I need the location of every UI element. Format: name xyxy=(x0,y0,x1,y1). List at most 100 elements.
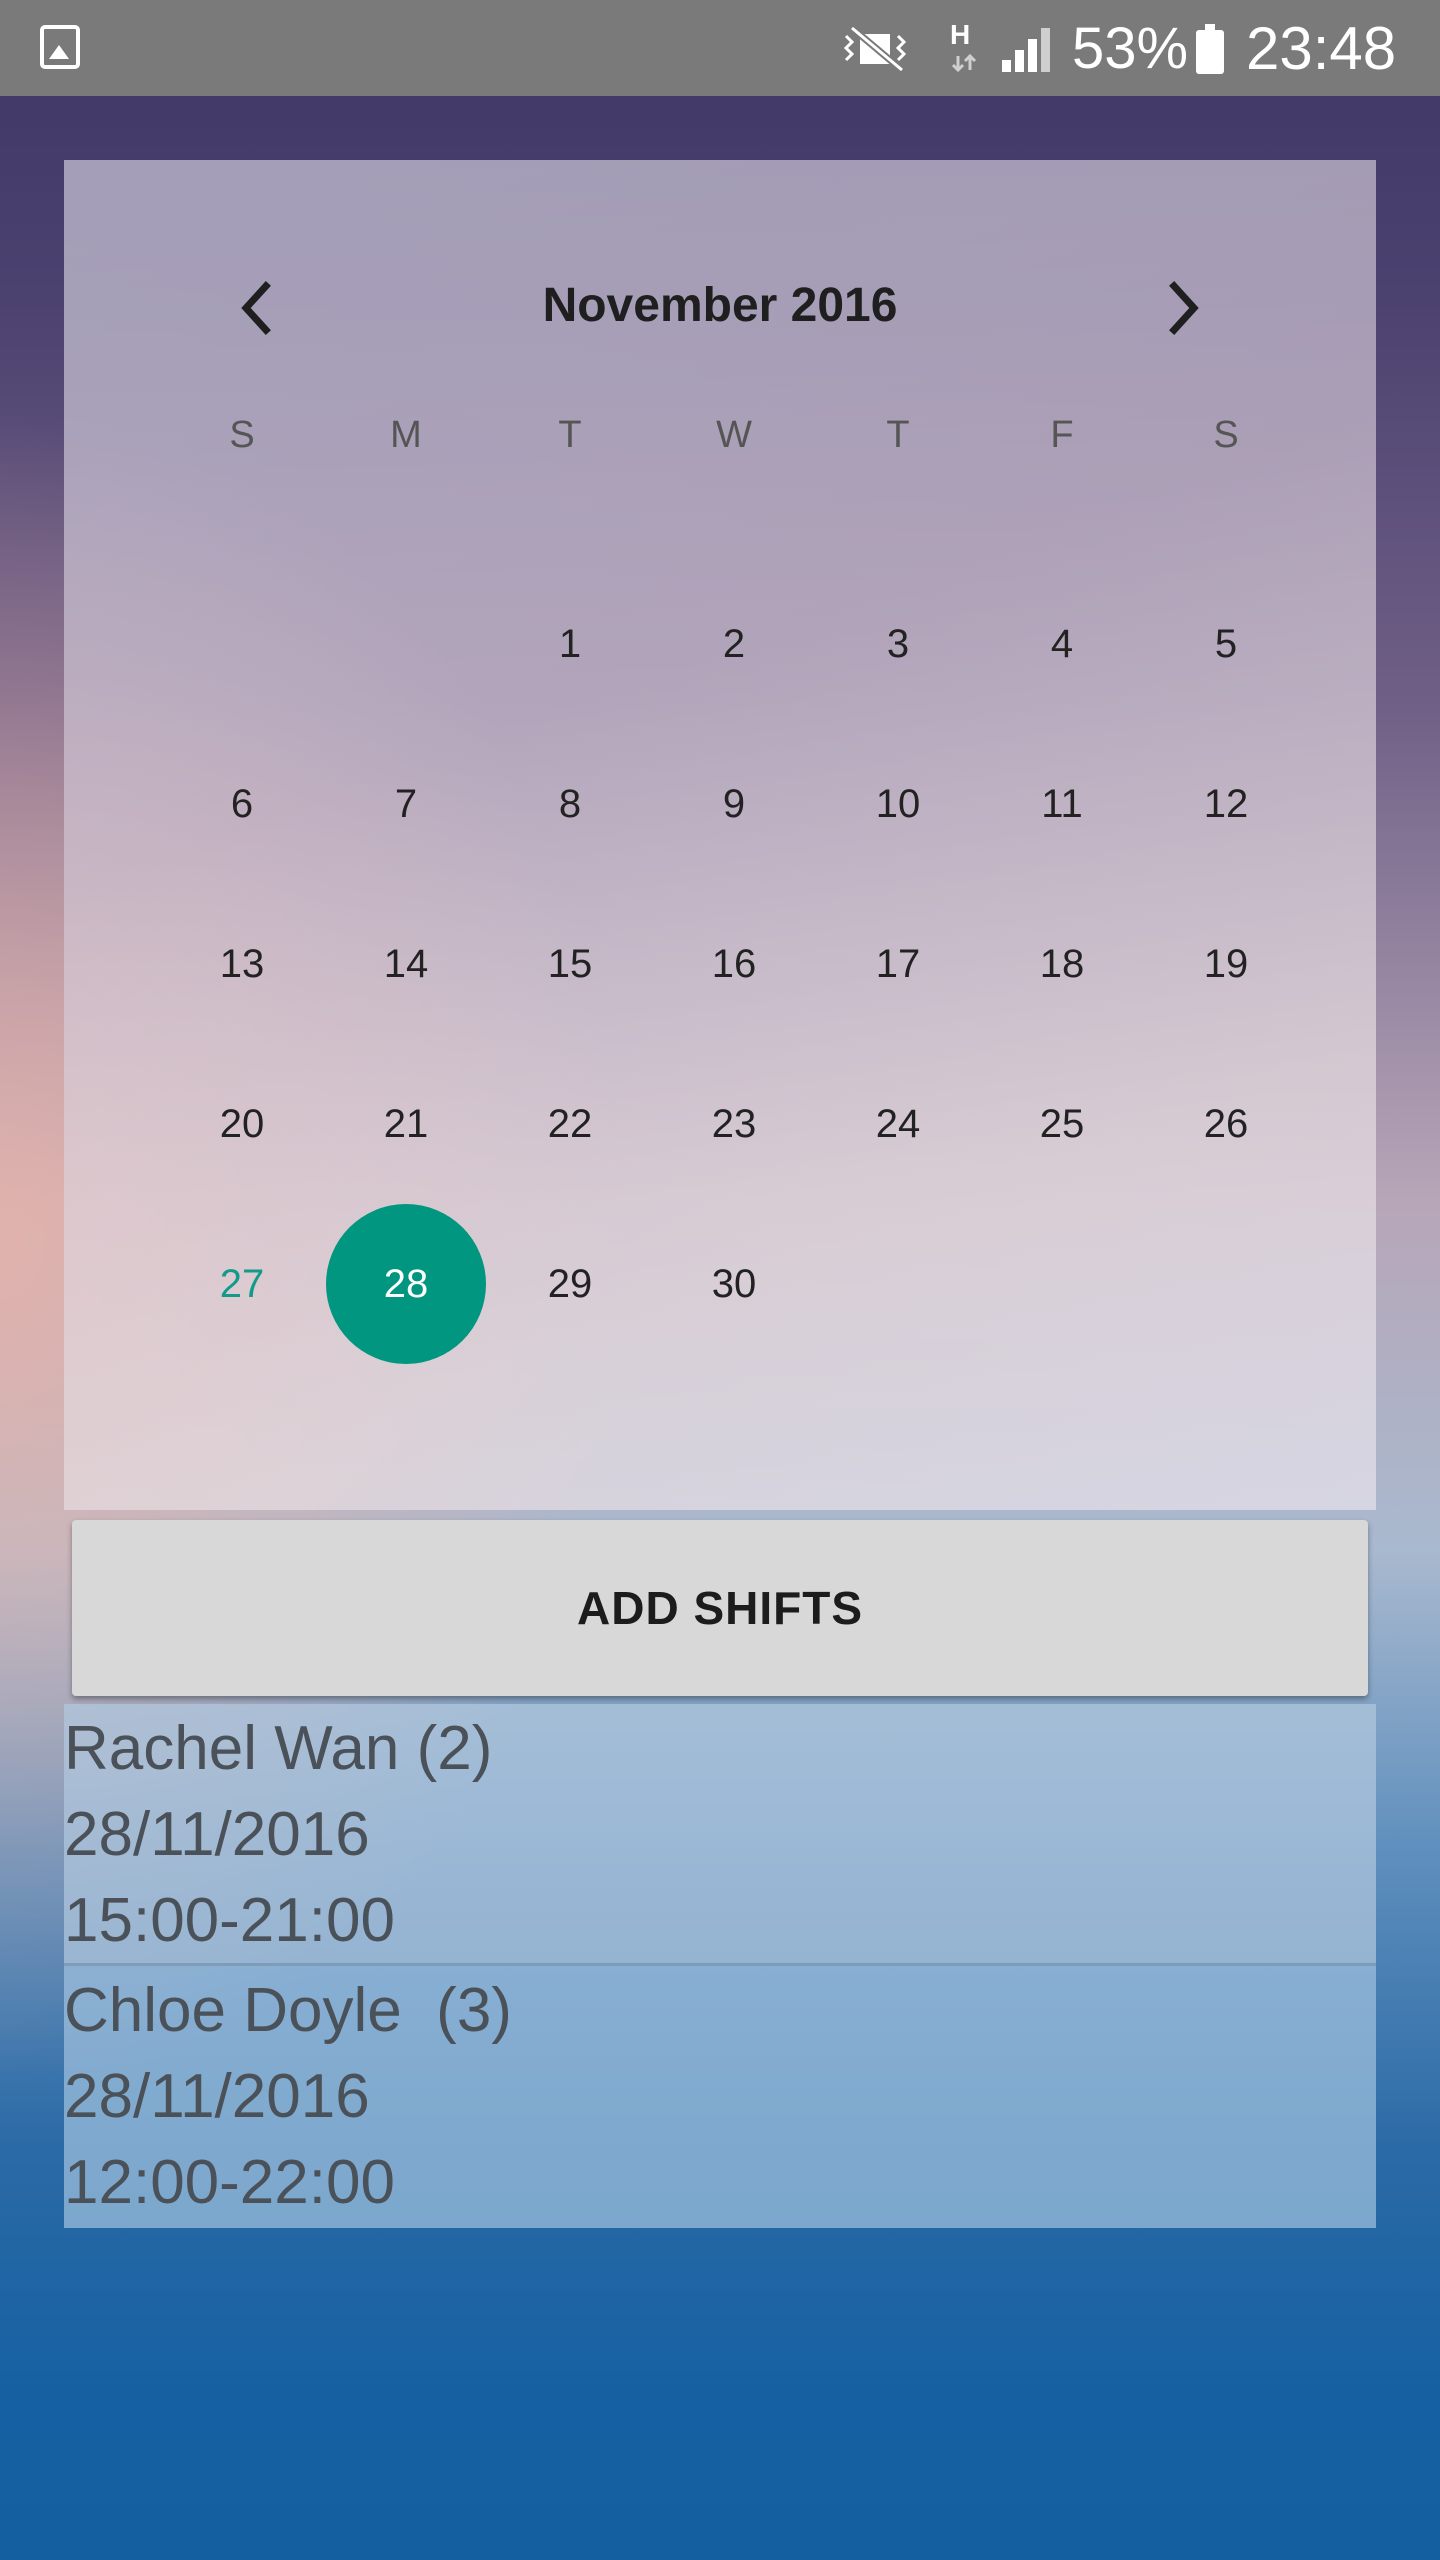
shift-list-item[interactable]: Rachel Wan (2) 28/11/2016 15:00-21:00 xyxy=(64,1704,1376,1966)
day-number: 10 xyxy=(875,781,921,826)
day-number: 28 xyxy=(326,1204,486,1364)
day-number: 11 xyxy=(1041,781,1083,826)
day-number: 27 xyxy=(219,1261,265,1306)
shift-time: 15:00-21:00 xyxy=(64,1886,395,1955)
day-number: 30 xyxy=(711,1261,757,1306)
shift-employee-name: Rachel Wan (2) xyxy=(64,1714,493,1783)
calendar-week-row: 13 14 15 16 17 18 19 xyxy=(160,884,1308,1044)
weekday-label: T xyxy=(886,414,910,456)
day-number: 4 xyxy=(1050,621,1074,666)
calendar-day[interactable]: 23 xyxy=(652,1044,816,1204)
calendar-day[interactable]: 27 xyxy=(160,1204,324,1364)
calendar-day[interactable]: 2 xyxy=(652,564,816,724)
day-number: 26 xyxy=(1203,1101,1249,1146)
calendar-day[interactable]: 26 xyxy=(1144,1044,1308,1204)
calendar-card: November 2016 S M T W T F S 1 2 3 4 5 6 7 8 9 10 1… xyxy=(64,160,1376,1510)
empty-day-cell xyxy=(1144,1204,1308,1364)
calendar-day[interactable]: 24 xyxy=(816,1044,980,1204)
calendar-day[interactable]: 5 xyxy=(1144,564,1308,724)
shift-list: Rachel Wan (2) 28/11/2016 15:00-21:00 Ch… xyxy=(64,1704,1376,2228)
weekday-label: F xyxy=(1050,414,1074,456)
weekday-label: S xyxy=(1213,414,1239,456)
calendar-day[interactable]: 1 xyxy=(488,564,652,724)
day-number: 12 xyxy=(1203,781,1249,826)
shift-list-item[interactable]: Chloe Doyle (3) 28/11/2016 12:00-22:00 xyxy=(64,1966,1376,2228)
mute-vibrate-icon xyxy=(843,26,907,72)
calendar-day[interactable]: 18 xyxy=(980,884,1144,1044)
day-number: 7 xyxy=(394,781,418,826)
calendar-day[interactable]: 6 xyxy=(160,724,324,884)
calendar-weeks: 1 2 3 4 5 6 7 8 9 10 11 12 13 14 15 16 17 18 19 20 21 22 23 24 2… xyxy=(160,564,1308,1364)
empty-day-cell xyxy=(980,1204,1144,1364)
signal-icon xyxy=(1002,28,1050,72)
day-number: 5 xyxy=(1214,621,1238,666)
clock: 23:48 xyxy=(1246,15,1397,82)
calendar-day[interactable]: 15 xyxy=(488,884,652,1044)
calendar-day[interactable]: 19 xyxy=(1144,884,1308,1044)
day-number: 6 xyxy=(230,781,254,826)
day-number: 20 xyxy=(219,1101,265,1146)
calendar-day[interactable]: 8 xyxy=(488,724,652,884)
day-number: 18 xyxy=(1039,941,1085,986)
calendar-week-row: 27 28 29 30 xyxy=(160,1204,1308,1364)
shift-employee-name: Chloe Doyle (3) xyxy=(64,1976,512,2045)
add-shifts-button[interactable]: ADD SHIFTS xyxy=(72,1520,1368,1696)
calendar-day[interactable]: 9 xyxy=(652,724,816,884)
day-number: 3 xyxy=(886,621,910,666)
gallery-icon xyxy=(40,25,80,69)
calendar-day[interactable]: 21 xyxy=(324,1044,488,1204)
day-number: 21 xyxy=(383,1101,429,1146)
weekday-label: M xyxy=(390,414,422,456)
shift-date: 28/11/2016 xyxy=(64,1800,370,1869)
calendar-day[interactable]: 28 xyxy=(324,1204,488,1364)
day-number: 24 xyxy=(875,1101,921,1146)
day-number: 17 xyxy=(875,941,921,986)
weekday-label: W xyxy=(716,414,752,456)
calendar-week-row: 20 21 22 23 24 25 26 xyxy=(160,1044,1308,1204)
calendar-day[interactable]: 29 xyxy=(488,1204,652,1364)
calendar-day[interactable]: 22 xyxy=(488,1044,652,1204)
calendar-day[interactable]: 3 xyxy=(816,564,980,724)
battery-icon xyxy=(1196,24,1224,74)
calendar-day[interactable]: 20 xyxy=(160,1044,324,1204)
day-number: 9 xyxy=(722,781,746,826)
calendar-day[interactable]: 4 xyxy=(980,564,1144,724)
day-number: 2 xyxy=(722,621,746,666)
day-number: 1 xyxy=(558,621,582,666)
calendar-day[interactable]: 13 xyxy=(160,884,324,1044)
shift-time: 12:00-22:00 xyxy=(64,2148,395,2217)
day-number: 13 xyxy=(219,941,265,986)
day-number: 22 xyxy=(547,1101,593,1146)
day-number: 16 xyxy=(711,941,757,986)
empty-day-cell xyxy=(160,564,324,724)
calendar-day[interactable]: 10 xyxy=(816,724,980,884)
calendar-week-row: 6 7 8 9 10 11 12 xyxy=(160,724,1308,884)
empty-day-cell xyxy=(816,1204,980,1364)
calendar-day[interactable]: 7 xyxy=(324,724,488,884)
day-number: 29 xyxy=(547,1261,593,1306)
day-number: 14 xyxy=(383,941,429,986)
calendar-day[interactable]: 12 xyxy=(1144,724,1308,884)
day-number: 25 xyxy=(1039,1101,1085,1146)
chevron-right-icon xyxy=(1169,281,1199,335)
empty-day-cell xyxy=(324,564,488,724)
weekday-label: S xyxy=(229,414,255,456)
calendar-day[interactable]: 11 xyxy=(980,724,1144,884)
weekday-label: T xyxy=(558,414,582,456)
shift-date: 28/11/2016 xyxy=(64,2062,370,2131)
calendar-day[interactable]: 30 xyxy=(652,1204,816,1364)
next-month-button[interactable] xyxy=(1148,272,1220,344)
day-number: 15 xyxy=(547,941,593,986)
calendar-grid: S M T W T F S 1 2 3 4 5 6 7 8 9 10 11 12 13 14 15 16 17 1… xyxy=(160,414,1308,1364)
calendar-week-row: 1 2 3 4 5 xyxy=(160,564,1308,724)
day-number: 19 xyxy=(1203,941,1249,986)
calendar-day[interactable]: 25 xyxy=(980,1044,1144,1204)
calendar-day[interactable]: 17 xyxy=(816,884,980,1044)
calendar-day[interactable]: 16 xyxy=(652,884,816,1044)
status-bar: H 53% 23:48 xyxy=(0,0,1440,96)
battery-percent: 53% xyxy=(1072,16,1189,81)
calendar-day[interactable]: 14 xyxy=(324,884,488,1044)
hspa-data-icon: H xyxy=(948,20,984,76)
day-number: 8 xyxy=(558,781,582,826)
day-number: 23 xyxy=(711,1101,757,1146)
